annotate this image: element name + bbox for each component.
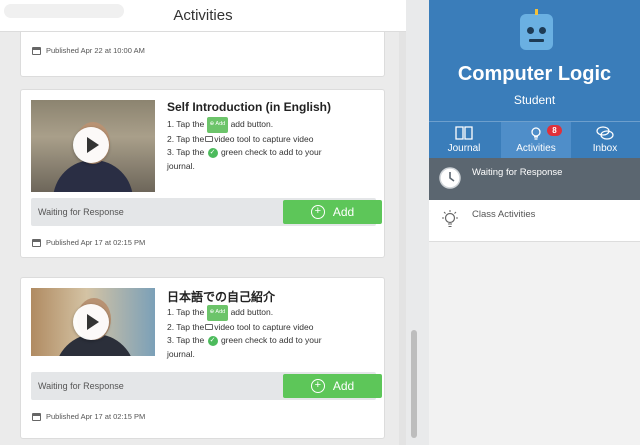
video-thumbnail[interactable] bbox=[31, 288, 155, 356]
lightbulb-icon bbox=[442, 210, 458, 227]
menu-item-waiting-for-response[interactable]: Waiting for Response bbox=[429, 158, 640, 200]
profile-name: Computer Logic bbox=[457, 63, 612, 85]
add-button[interactable]: + Add bbox=[283, 374, 382, 398]
activity-card: Self Introduction (in English) 1. Tap th… bbox=[20, 89, 385, 258]
published-date: Published Apr 17 at 02:15 PM bbox=[32, 238, 145, 247]
profile-role: Student bbox=[513, 93, 556, 107]
menu-item-class-activities[interactable]: Class Activities bbox=[429, 200, 640, 242]
calendar-icon bbox=[32, 412, 41, 421]
profile-header: Computer Logic Student Journal 8 Activit… bbox=[429, 0, 640, 158]
page-title: Activities bbox=[173, 7, 233, 24]
video-camera-icon bbox=[205, 136, 214, 143]
add-pill-icon: ⊕ Add bbox=[206, 305, 229, 321]
video-camera-icon bbox=[205, 324, 214, 331]
lightbulb-icon bbox=[531, 127, 541, 140]
response-status-bar: Waiting for Response + Add bbox=[31, 198, 382, 226]
add-pill-icon: ⊕ Add bbox=[206, 117, 229, 133]
add-button[interactable]: + Add bbox=[283, 200, 382, 224]
activity-instructions: 1. Tap the ⊕ Add add button. 2. Tap the v… bbox=[167, 117, 322, 171]
status-text: Waiting for Response bbox=[38, 207, 124, 217]
calendar-icon bbox=[32, 46, 41, 55]
tab-journal[interactable]: Journal bbox=[429, 122, 499, 158]
tab-activities[interactable]: 8 Activities bbox=[501, 122, 571, 158]
notification-badge: 8 bbox=[547, 125, 562, 136]
plus-circle-icon: + bbox=[310, 205, 325, 219]
nav-tabs: Journal 8 Activities Inbox bbox=[429, 121, 640, 158]
activity-title: 日本語での自己紹介 bbox=[167, 290, 276, 304]
response-status-bar: Waiting for Response + Add bbox=[31, 372, 382, 400]
play-icon[interactable] bbox=[73, 127, 109, 163]
scrollbar-track[interactable] bbox=[399, 32, 406, 445]
activities-pane: Published Apr 22 at 10:00 AM Self Introd… bbox=[0, 0, 406, 445]
plus-circle-icon: + bbox=[310, 379, 325, 393]
calendar-icon bbox=[32, 238, 41, 247]
activity-instructions: 1. Tap the ⊕ Add add button. 2. Tap the v… bbox=[167, 305, 322, 359]
activity-title: Self Introduction (in English) bbox=[167, 100, 331, 114]
activities-header: Activities bbox=[0, 0, 406, 32]
published-date: Published Apr 22 at 10:00 AM bbox=[32, 46, 145, 55]
activity-card: 日本語での自己紹介 1. Tap the ⊕ Add add button. 2… bbox=[20, 277, 385, 439]
robot-avatar-icon bbox=[520, 9, 553, 50]
scrollbar-thumb[interactable] bbox=[411, 330, 417, 438]
green-check-icon: ✓ bbox=[207, 335, 218, 346]
video-thumbnail[interactable] bbox=[31, 100, 155, 192]
green-check-icon: ✓ bbox=[207, 147, 218, 158]
tab-inbox[interactable]: Inbox bbox=[570, 122, 640, 158]
student-sidebar: Computer Logic Student Journal 8 Activit… bbox=[429, 0, 640, 445]
person-shirt bbox=[53, 160, 133, 192]
chat-bubbles-icon bbox=[596, 126, 614, 140]
clock-icon bbox=[439, 167, 461, 189]
book-icon bbox=[455, 126, 473, 140]
published-date: Published Apr 17 at 02:15 PM bbox=[32, 412, 145, 421]
status-text: Waiting for Response bbox=[38, 381, 124, 391]
play-icon[interactable] bbox=[73, 304, 109, 340]
